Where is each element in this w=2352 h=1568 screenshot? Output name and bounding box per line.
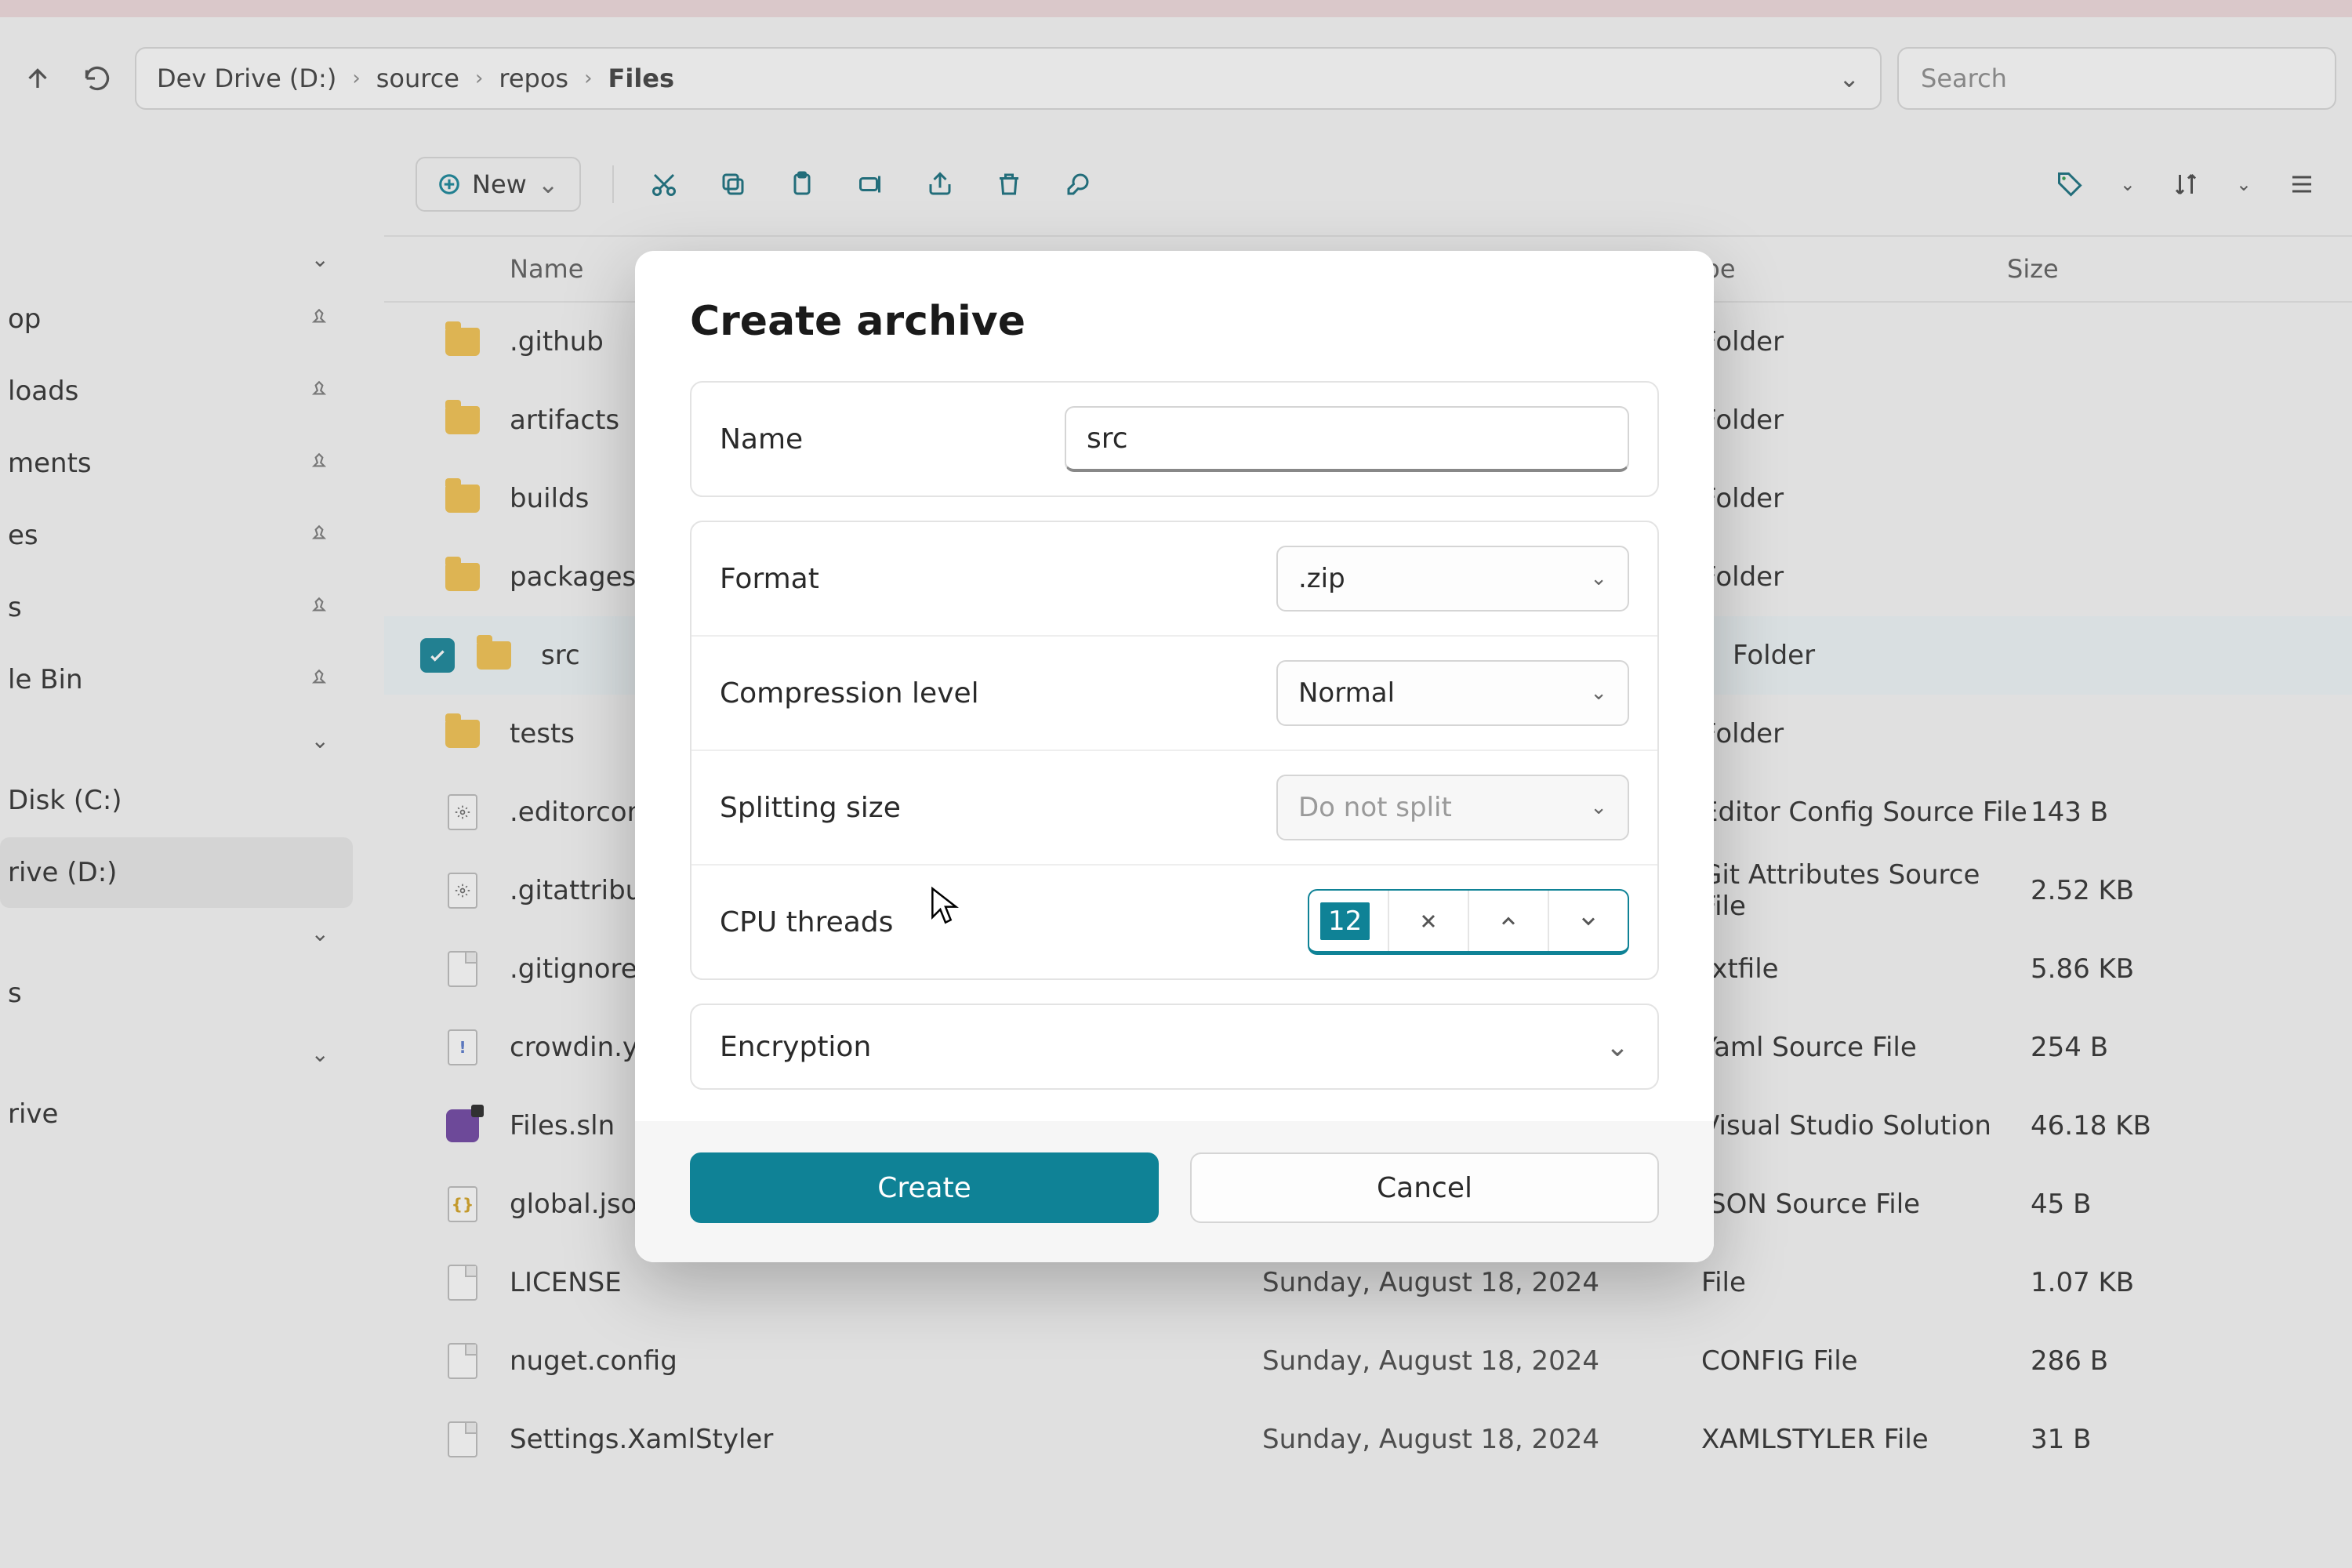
encryption-expander[interactable]: Encryption ⌄	[690, 1004, 1659, 1090]
cpu-threads-spinner[interactable]: 12	[1308, 889, 1629, 955]
cancel-button[interactable]: Cancel	[1190, 1152, 1659, 1223]
chevron-down-icon[interactable]	[1548, 891, 1628, 951]
compression-select[interactable]: Normal ⌄	[1276, 660, 1629, 726]
clear-icon[interactable]	[1388, 891, 1468, 951]
options-card: Format .zip ⌄ Compression level Normal ⌄…	[690, 521, 1659, 980]
format-label: Format	[720, 563, 1276, 595]
splitting-select[interactable]: Do not split ⌄	[1276, 775, 1629, 840]
name-card: Name	[690, 381, 1659, 497]
dialog-title: Create archive	[690, 298, 1659, 345]
name-label: Name	[720, 423, 1065, 456]
compression-label: Compression level	[720, 677, 1276, 710]
splitting-label: Splitting size	[720, 792, 1276, 824]
chevron-down-icon: ⌄	[1590, 567, 1607, 590]
create-archive-dialog: Create archive Name Format .zip ⌄ Compre…	[635, 251, 1714, 1262]
cpu-label: CPU threads	[720, 906, 1308, 938]
chevron-down-icon: ⌄	[1590, 681, 1607, 705]
chevron-down-icon: ⌄	[1606, 1031, 1629, 1063]
chevron-up-icon[interactable]	[1468, 891, 1548, 951]
format-select[interactable]: .zip ⌄	[1276, 546, 1629, 612]
create-button[interactable]: Create	[690, 1152, 1159, 1223]
cpu-value: 12	[1320, 902, 1370, 940]
chevron-down-icon: ⌄	[1590, 796, 1607, 819]
archive-name-input[interactable]	[1065, 406, 1629, 472]
